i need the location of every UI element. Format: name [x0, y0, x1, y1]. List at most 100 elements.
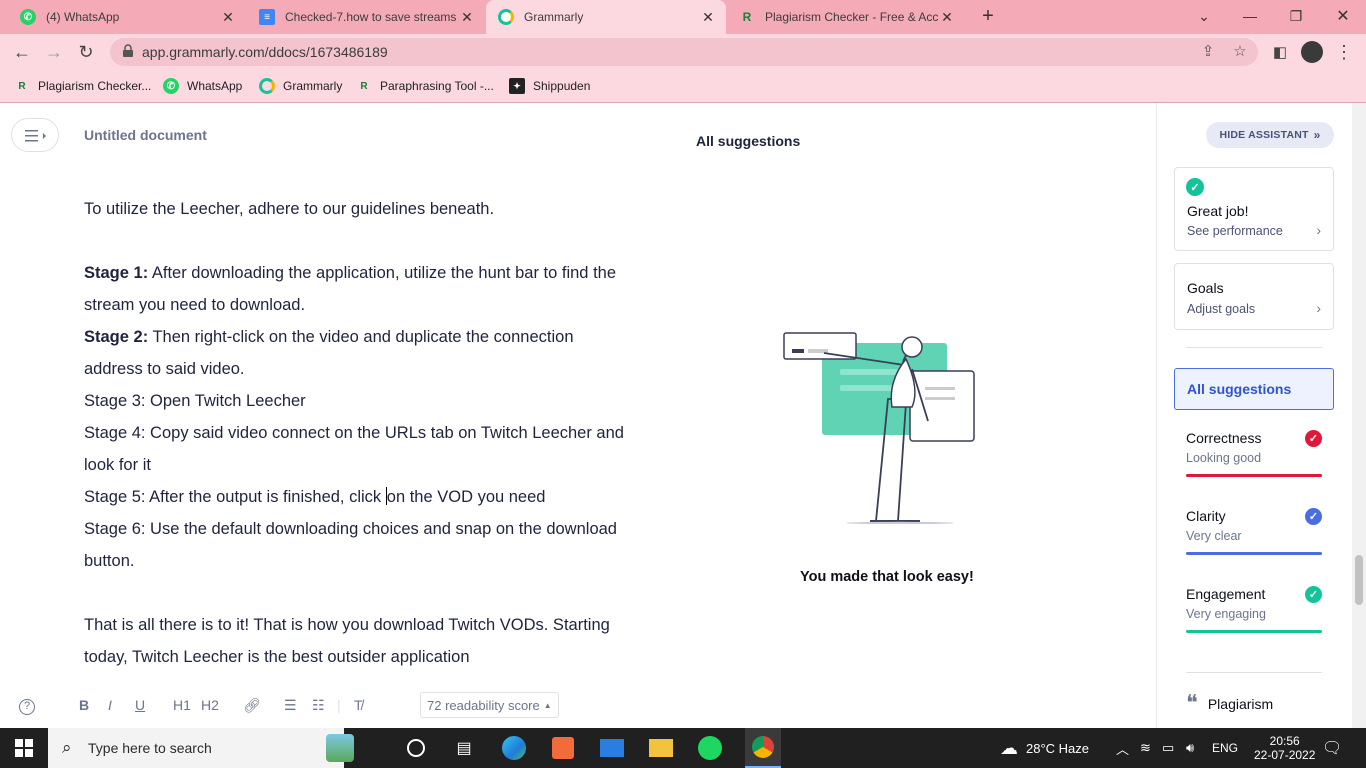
scrollbar-thumb[interactable]: [1355, 555, 1363, 605]
italic-button[interactable]: I: [108, 697, 112, 713]
battery-icon[interactable]: ▭: [1162, 728, 1174, 768]
document-menu-button[interactable]: [11, 118, 59, 152]
hide-assistant-button[interactable]: HIDE ASSISTANT »: [1206, 122, 1334, 148]
stage-text: Stage 5: After the output is finished, c…: [84, 488, 386, 506]
tab-search-icon[interactable]: ⌄: [1181, 0, 1227, 32]
metric-subtitle: Very clear: [1186, 529, 1242, 543]
bookmark-paraphrasing-tool[interactable]: R Paraphrasing Tool -...: [356, 76, 494, 96]
notifications-icon[interactable]: 🗨︎: [1322, 728, 1342, 768]
windows-icon: [15, 739, 33, 757]
bookmark-grammarly[interactable]: Grammarly: [259, 76, 342, 96]
file-explorer-icon[interactable]: [647, 734, 675, 762]
minimize-icon[interactable]: —: [1227, 0, 1273, 32]
profile-avatar[interactable]: [1298, 38, 1326, 66]
whatsapp-icon: ✆: [163, 78, 179, 94]
divider: |: [337, 697, 341, 713]
metric-bar: [1186, 552, 1322, 555]
check-circle-icon: ✓: [1305, 430, 1322, 447]
back-icon[interactable]: ←: [8, 38, 36, 66]
ordered-list-icon[interactable]: ☰: [284, 697, 297, 714]
lock-icon: [123, 44, 133, 57]
bullet-list-icon[interactable]: ☷: [312, 697, 325, 714]
close-window-icon[interactable]: ✕: [1320, 0, 1366, 32]
taskbar-search[interactable]: ⌕ Type here to search: [48, 728, 354, 768]
clear-format-icon[interactable]: T̸: [354, 697, 363, 713]
readability-score-button[interactable]: 72 readability score ▲: [420, 692, 559, 718]
link-icon[interactable]: 🔗︎: [243, 697, 261, 714]
bold-button[interactable]: B: [79, 697, 89, 713]
all-suggestions-button[interactable]: All suggestions: [1174, 368, 1334, 410]
underline-button[interactable]: U: [135, 697, 145, 713]
metric-title: Correctness: [1186, 430, 1262, 446]
bookmark-star-icon[interactable]: ☆: [1230, 42, 1250, 62]
more-menu-icon[interactable]: ⋮: [1330, 38, 1358, 66]
sidepanel-icon[interactable]: ◧: [1266, 38, 1294, 66]
edge-icon[interactable]: [500, 734, 528, 762]
metric-correctness[interactable]: Correctness Looking good ✓: [1186, 430, 1322, 486]
tab-label: Plagiarism Checker - Free & Accu: [765, 10, 939, 24]
bookmark-label: WhatsApp: [187, 79, 243, 93]
new-tab-button[interactable]: +: [965, 0, 1011, 32]
reload-icon[interactable]: ↻: [72, 38, 100, 66]
card-subtitle: Adjust goals: [1187, 302, 1256, 316]
start-button[interactable]: [0, 728, 48, 768]
spotify-icon[interactable]: [696, 734, 724, 762]
goals-card[interactable]: Goals Adjust goals ›: [1174, 263, 1334, 330]
close-icon[interactable]: ✕: [700, 9, 716, 26]
close-icon[interactable]: ✕: [220, 9, 236, 26]
bookmark-plagiarism-checker[interactable]: R Plagiarism Checker...: [14, 76, 151, 96]
document-editor[interactable]: To utilize the Leecher, adhere to our gu…: [84, 193, 624, 673]
shippuden-icon: ✦: [509, 78, 525, 94]
close-icon[interactable]: ✕: [459, 9, 475, 26]
heading2-button[interactable]: H2: [201, 697, 219, 713]
bookmark-label: Grammarly: [283, 79, 343, 93]
widgets-icon[interactable]: ▤: [450, 734, 478, 762]
pdf-icon[interactable]: [549, 734, 577, 762]
metric-clarity[interactable]: Clarity Very clear ✓: [1186, 508, 1322, 564]
help-icon[interactable]: ?: [19, 699, 35, 715]
prepostseo-icon: R: [360, 80, 368, 92]
clock[interactable]: 20:56 22-07-2022: [1254, 728, 1315, 768]
clock-time: 20:56: [1269, 734, 1300, 748]
forward-icon[interactable]: →: [40, 38, 68, 66]
card-title: Goals: [1187, 280, 1224, 296]
congrats-message: You made that look easy!: [800, 569, 974, 585]
stage-label: Stage 2:: [84, 328, 149, 346]
task-view-icon[interactable]: [402, 734, 430, 762]
news-widget-icon[interactable]: [326, 734, 354, 762]
language-indicator[interactable]: ENG: [1212, 728, 1238, 768]
clock-date: 22-07-2022: [1254, 748, 1316, 762]
scrollbar[interactable]: [1352, 103, 1366, 728]
address-bar[interactable]: app.grammarly.com/ddocs/1673486189 ⇪ ☆: [110, 38, 1258, 66]
performance-card[interactable]: ✓ Great job! See performance ›: [1174, 167, 1334, 251]
restore-icon[interactable]: ❐: [1273, 0, 1319, 32]
check-circle-icon: ✓: [1305, 586, 1322, 603]
volume-icon[interactable]: 🔊︎: [1186, 728, 1194, 768]
check-circle-icon: ✓: [1186, 178, 1204, 196]
weather-widget[interactable]: ☁︎ 28°C Haze: [1000, 728, 1089, 768]
document-title[interactable]: Untitled document: [84, 127, 207, 143]
caret-up-icon: ▲: [543, 700, 552, 710]
mail-icon[interactable]: [598, 734, 626, 762]
plagiarism-button[interactable]: ❝ Plagiarism: [1186, 691, 1273, 716]
metric-engagement[interactable]: Engagement Very engaging ✓: [1186, 586, 1322, 642]
tab-plagiarism-checker[interactable]: R Plagiarism Checker - Free & Accu ✕: [727, 0, 965, 34]
close-icon[interactable]: ✕: [939, 9, 955, 26]
tab-whatsapp[interactable]: ✆ (4) WhatsApp ✕: [8, 0, 246, 34]
wifi-icon[interactable]: ≋: [1140, 728, 1151, 768]
tab-label: Checked-7.how to save streams o: [285, 10, 459, 24]
grammarly-icon: [498, 9, 514, 25]
tab-google-docs[interactable]: ≡ Checked-7.how to save streams o ✕: [247, 0, 485, 34]
tab-grammarly[interactable]: Grammarly ✕: [486, 0, 726, 34]
stage-text: Then right-click on the video and duplic…: [84, 328, 574, 378]
heading1-button[interactable]: H1: [173, 697, 191, 713]
share-icon[interactable]: ⇪: [1198, 42, 1218, 62]
paragraph: Stage 3: Open Twitch Leecher: [84, 392, 306, 410]
show-hidden-icons[interactable]: ︿: [1116, 728, 1129, 768]
chrome-icon[interactable]: [745, 728, 781, 768]
metric-bar: [1186, 630, 1322, 633]
bookmark-shippuden[interactable]: ✦ Shippuden: [509, 76, 590, 96]
bookmark-label: Paraphrasing Tool -...: [380, 79, 494, 93]
bookmark-whatsapp[interactable]: ✆ WhatsApp: [163, 76, 242, 96]
